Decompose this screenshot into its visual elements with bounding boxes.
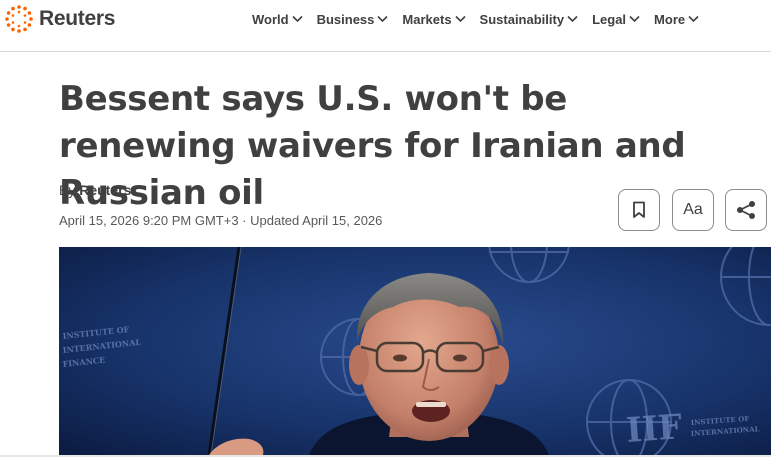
author-link[interactable]: Reuters: [79, 182, 131, 198]
brand-name: Reuters: [39, 7, 116, 30]
chevron-down-icon: [292, 15, 303, 23]
nav-item-more[interactable]: More: [654, 12, 699, 27]
reuters-dot-logo-icon: [5, 5, 33, 33]
byline: By Reuters: [59, 182, 131, 198]
nav-item-legal[interactable]: Legal: [592, 12, 640, 27]
reuters-logo[interactable]: Reuters: [4, 4, 115, 34]
share-icon: [737, 201, 755, 219]
main-nav: World Business Markets Sustainability Le…: [252, 10, 713, 28]
chevron-down-icon: [454, 15, 466, 23]
nav-item-label: Sustainability: [479, 11, 565, 27]
chevron-down-icon: [629, 15, 640, 23]
article-dateline: April 15, 2026 9:20 PM GMT+3 · Updated A…: [59, 213, 383, 228]
bookmark-icon: [633, 201, 645, 218]
byline-prefix: By: [59, 182, 76, 198]
backdrop-logo-text: IIF: [625, 407, 684, 451]
font-size-button[interactable]: Aa: [672, 189, 714, 231]
nav-item-label: Markets: [402, 11, 452, 27]
chevron-down-icon: [567, 15, 578, 23]
nav-item-label: More: [654, 11, 686, 27]
chevron-down-icon: [688, 15, 699, 23]
speaker-photo: INSTITUTE OF INTERNATIONAL FINANCE IIF I…: [59, 247, 771, 455]
site-header: Reuters World Business Markets Sustainab…: [0, 0, 771, 52]
nav-item-sustainability[interactable]: Sustainability: [480, 12, 579, 27]
save-article-button[interactable]: [618, 189, 660, 231]
share-button[interactable]: [725, 189, 767, 231]
nav-item-world[interactable]: World: [252, 12, 303, 27]
nav-item-business[interactable]: Business: [317, 12, 389, 27]
nav-item-label: Legal: [592, 11, 627, 27]
font-size-label: Aa: [683, 201, 703, 218]
nav-item-label: World: [252, 11, 289, 27]
article-hero-image[interactable]: INSTITUTE OF INTERNATIONAL FINANCE IIF I…: [59, 247, 771, 455]
nav-item-markets[interactable]: Markets: [402, 11, 466, 27]
nav-item-label: Business: [316, 11, 375, 27]
chevron-down-icon: [377, 15, 388, 23]
